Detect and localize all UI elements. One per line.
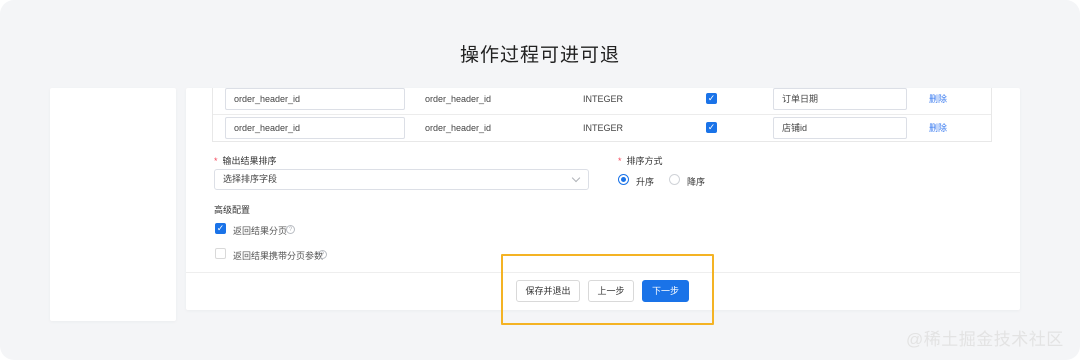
radio-ascending[interactable] xyxy=(618,174,629,185)
row-checkbox[interactable]: ✓ xyxy=(706,93,717,104)
question-circle-icon[interactable]: ? xyxy=(286,225,295,234)
table-row: order_header_id order_header_id INTEGER … xyxy=(213,88,991,115)
delete-link[interactable]: 删除 xyxy=(929,117,947,139)
required-mark: * xyxy=(214,156,218,166)
stage: 操作过程可进可退 order_header_id order_header_id… xyxy=(0,0,1080,360)
row-checkbox[interactable]: ✓ xyxy=(706,122,717,133)
sort-field-select[interactable]: 选择排序字段 xyxy=(214,169,589,190)
page-heading: 操作过程可进可退 xyxy=(459,45,620,66)
target-field-cell: order_header_id xyxy=(425,123,492,133)
sort-field-label-text: 输出结果排序 xyxy=(222,156,277,166)
paginate-checkbox[interactable]: ✓ xyxy=(215,223,226,234)
highlight-box xyxy=(501,254,714,325)
question-circle-icon[interactable]: ? xyxy=(318,250,327,259)
watermark: @稀土掘金技术社区 xyxy=(906,330,1064,349)
alias-input[interactable]: 订单日期 xyxy=(773,88,907,110)
sort-method-label-text: 排序方式 xyxy=(626,156,663,166)
advanced-config-title: 高级配置 xyxy=(214,205,251,215)
paging-params-checkbox[interactable] xyxy=(215,248,226,259)
field-mapping-table: order_header_id order_header_id INTEGER … xyxy=(212,88,992,142)
sort-field-placeholder: 选择排序字段 xyxy=(223,174,278,184)
alias-input[interactable]: 店铺id xyxy=(773,117,907,139)
source-field-input[interactable]: order_header_id xyxy=(225,88,405,110)
radio-descending[interactable] xyxy=(669,174,680,185)
radio-descending-label: 降序 xyxy=(687,177,706,187)
chevron-down-icon xyxy=(571,173,581,183)
target-field-cell: order_header_id xyxy=(425,94,492,104)
delete-link[interactable]: 删除 xyxy=(929,88,947,110)
sort-field-label: * 输出结果排序 xyxy=(214,154,277,167)
sort-method-label: * 排序方式 xyxy=(618,154,663,167)
source-field-input[interactable]: order_header_id xyxy=(225,117,405,139)
left-panel xyxy=(50,88,176,321)
table-row: order_header_id order_header_id INTEGER … xyxy=(213,115,991,142)
type-cell: INTEGER xyxy=(583,94,624,104)
type-cell: INTEGER xyxy=(583,123,624,133)
paging-params-label: 返回结果携带分页参数 xyxy=(233,251,324,261)
paginate-label: 返回结果分页 xyxy=(233,226,288,236)
radio-ascending-label: 升序 xyxy=(636,177,655,187)
required-mark: * xyxy=(618,156,622,166)
